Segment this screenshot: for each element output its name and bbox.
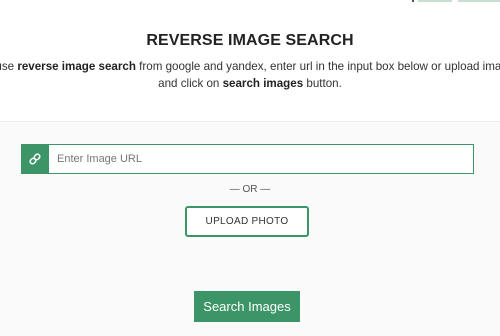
desc-bold-search-images: search images — [222, 77, 304, 90]
top-nav-mark — [412, 0, 414, 2]
or-separator: — OR — — [229, 184, 271, 195]
desc-text: and click on — [158, 77, 223, 90]
desc-text: from google and yandex, enter url in the… — [135, 60, 500, 73]
link-icon-button[interactable] — [21, 144, 49, 174]
url-input-group — [21, 144, 474, 174]
desc-bold-reverse-image-search: reverse image search — [17, 60, 136, 73]
desc-text: o use — [0, 60, 15, 73]
upload-photo-button[interactable]: UPLOAD PHOTO — [185, 206, 309, 237]
top-nav-fragment — [418, 0, 452, 2]
link-icon — [29, 153, 41, 165]
page-title: REVERSE IMAGE SEARCH — [146, 32, 354, 49]
description-line-1: o use reverse image search from google a… — [0, 60, 500, 73]
top-nav-fragment — [458, 0, 500, 2]
search-images-button[interactable]: Search Images — [194, 291, 300, 322]
image-url-input[interactable] — [49, 144, 474, 174]
desc-text: button. — [303, 77, 342, 90]
description-line-2: and click on search images button. — [0, 77, 500, 90]
